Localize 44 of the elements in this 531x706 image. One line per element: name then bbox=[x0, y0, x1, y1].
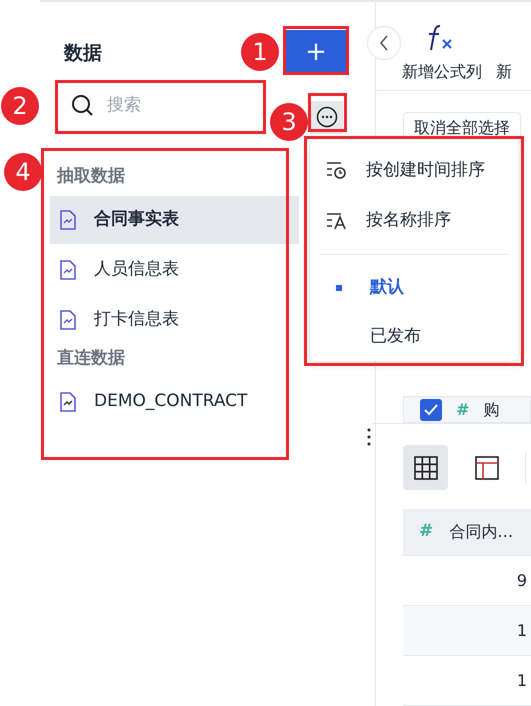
field-label: 购 bbox=[483, 398, 500, 421]
search-field[interactable]: 搜索 bbox=[57, 81, 264, 131]
data-table-item[interactable]: 人员信息表 bbox=[50, 246, 299, 294]
toolbar-button[interactable]: 新增公式列 bbox=[402, 24, 482, 84]
grid-view-button[interactable] bbox=[403, 445, 448, 490]
group-label: 抽取数据 bbox=[57, 165, 125, 188]
step-number-marker: 3 bbox=[270, 103, 308, 141]
chart-file-icon bbox=[60, 310, 76, 330]
table-cell-text: 1 bbox=[516, 670, 527, 692]
group-label: 直连数据 bbox=[57, 347, 125, 370]
check-icon bbox=[424, 404, 438, 416]
table-cell-text: 1 bbox=[516, 620, 527, 642]
filter-menu-item[interactable]: 默认 bbox=[310, 263, 518, 312]
ellipsis-icon bbox=[316, 106, 338, 128]
grid-icon bbox=[414, 456, 438, 480]
step-number-marker: 1 bbox=[241, 33, 279, 71]
clock-sort-icon bbox=[326, 160, 348, 180]
panel-title: 数据 bbox=[64, 41, 102, 66]
chart-file-icon bbox=[60, 210, 76, 230]
chart-file-icon bbox=[60, 260, 76, 280]
search-icon bbox=[71, 94, 95, 118]
sort-menu-item[interactable]: 按创建时间排序 bbox=[310, 145, 518, 196]
highlight-frame bbox=[308, 93, 347, 132]
sort-menu-item[interactable]: 按名称排序 bbox=[310, 196, 518, 246]
step-number-marker: 4 bbox=[4, 153, 42, 191]
layout-icon bbox=[474, 456, 498, 480]
data-table-item[interactable]: 合同事实表 bbox=[50, 196, 299, 244]
field-type-symbol: # bbox=[456, 398, 470, 421]
collapse-button[interactable] bbox=[367, 26, 401, 60]
toolbar-button[interactable]: 新 bbox=[496, 60, 512, 84]
highlight-frame bbox=[283, 26, 349, 75]
drag-handle-icon[interactable] bbox=[367, 427, 371, 447]
data-table-item[interactable]: 打卡信息表 bbox=[50, 296, 299, 344]
field-checkbox[interactable] bbox=[420, 398, 442, 421]
add-button[interactable]: + bbox=[285, 30, 347, 75]
filter-menu-item[interactable]: 已发布 bbox=[310, 312, 518, 361]
column-header: 合同内… bbox=[449, 521, 514, 543]
table-cell-text: 9 bbox=[516, 570, 527, 592]
chevron-left-icon bbox=[379, 35, 389, 51]
alpha-sort-icon bbox=[326, 211, 348, 232]
data-table-item[interactable]: DEMO_CONTRACT bbox=[50, 378, 299, 426]
column-type-symbol: # bbox=[419, 520, 434, 544]
chart-file-icon bbox=[60, 392, 76, 412]
step-number-marker: 2 bbox=[1, 87, 39, 125]
